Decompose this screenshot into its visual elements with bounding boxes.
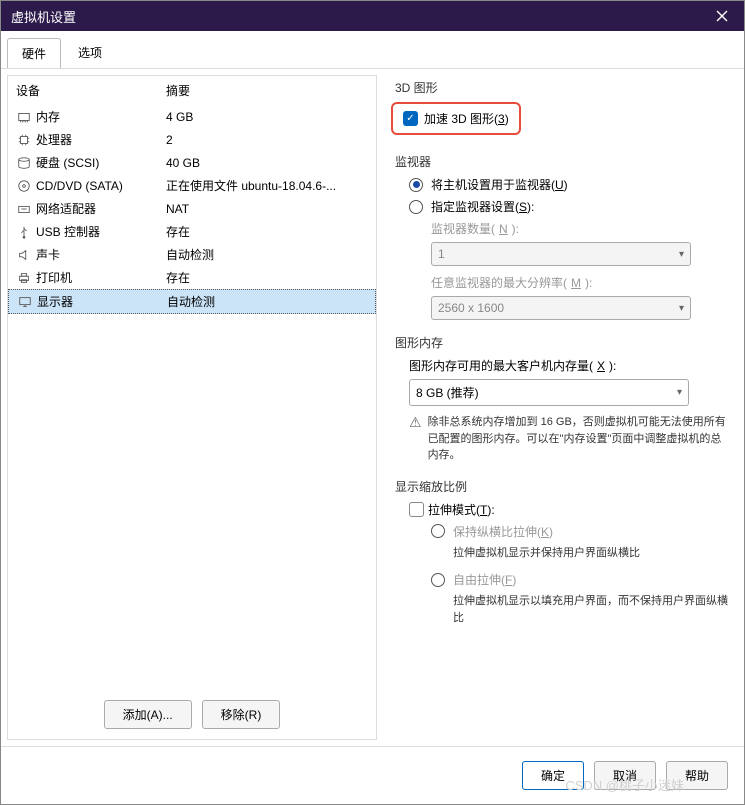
remove-button[interactable]: 移除(R)	[202, 700, 281, 729]
add-button[interactable]: 添加(A)...	[104, 700, 192, 729]
chevron-down-icon: ▾	[679, 249, 684, 260]
sound-icon	[16, 247, 32, 263]
device-summary: 存在	[166, 223, 368, 240]
checkbox-accel-3d[interactable]: ✓	[403, 111, 418, 126]
keep-ratio-desc: 拉伸虚拟机显示并保持用户界面纵横比	[453, 545, 730, 562]
group-graphics-memory: 图形内存 图形内存可用的最大客户机内存量(X): 8 GB (推荐)▾ ⚠ 除非…	[391, 334, 730, 464]
device-buttons: 添加(A)... 移除(R)	[8, 690, 376, 739]
keep-ratio-label: 保持纵横比拉伸(K)	[453, 523, 553, 540]
device-name: 网络适配器	[36, 200, 96, 217]
device-row[interactable]: USB 控制器 存在	[8, 220, 376, 243]
warning-icon: ⚠	[409, 414, 422, 464]
tabs: 硬件 选项	[1, 35, 744, 68]
device-summary: 自动检测	[166, 246, 368, 263]
device-row[interactable]: 处理器 2	[8, 128, 376, 151]
device-name: 硬盘 (SCSI)	[36, 154, 99, 171]
device-summary: 自动检测	[167, 293, 367, 310]
device-name: CD/DVD (SATA)	[36, 179, 123, 193]
display-icon	[17, 294, 33, 310]
group-title-monitor: 监视器	[395, 153, 730, 170]
cancel-button[interactable]: 取消	[594, 761, 656, 790]
device-name: 处理器	[36, 131, 72, 148]
printer-icon	[16, 270, 32, 286]
memory-icon	[16, 109, 32, 125]
usb-icon	[16, 224, 32, 240]
checkbox-stretch[interactable]	[409, 502, 424, 517]
chevron-down-icon: ▾	[677, 387, 682, 398]
group-display-scale: 显示缩放比例 拉伸模式(T): 保持纵横比拉伸(K) 拉伸虚拟机显示并保持用户界…	[391, 478, 730, 627]
group-monitor: 监视器 将主机设置用于监视器(U) 指定监视器设置(S): 监视器数量(N): …	[391, 153, 730, 320]
ok-button[interactable]: 确定	[522, 761, 584, 790]
content: 设备 摘要 内存 4 GB 处理器 2 硬盘 (SCSI) 40 GB CD/DVD (SA…	[1, 68, 744, 746]
device-summary: 40 GB	[166, 156, 368, 170]
gmem-select[interactable]: 8 GB (推荐)▾	[409, 379, 689, 406]
device-row[interactable]: 硬盘 (SCSI) 40 GB	[8, 151, 376, 174]
header-summary: 摘要	[166, 82, 368, 99]
keep-ratio-row: 保持纵横比拉伸(K)	[431, 523, 730, 540]
tab-hardware[interactable]: 硬件	[7, 38, 61, 68]
cd-icon	[16, 178, 32, 194]
device-name: 显示器	[37, 293, 73, 310]
device-table: 设备 摘要 内存 4 GB 处理器 2 硬盘 (SCSI) 40 GB CD/DVD (SA…	[8, 76, 376, 690]
header-device: 设备	[16, 82, 166, 99]
cpu-icon	[16, 132, 32, 148]
device-summary: 存在	[166, 269, 368, 286]
max-res-select: 2560 x 1600▾	[431, 296, 691, 320]
disk-icon	[16, 155, 32, 171]
gmem-warning: ⚠ 除非总系统内存增加到 16 GB，否则虚拟机可能无法使用所有已配置的图形内存…	[409, 414, 730, 464]
group-3d-graphics: 3D 图形 ✓ 加速 3D 图形(3)	[391, 79, 730, 139]
settings-panel: 3D 图形 ✓ 加速 3D 图形(3) 监视器 将主机设置用于监视器(U) 指定…	[383, 75, 738, 740]
net-icon	[16, 201, 32, 217]
device-row[interactable]: 网络适配器 NAT	[8, 197, 376, 220]
stretch-mode-row[interactable]: 拉伸模式(T):	[409, 501, 730, 518]
chevron-down-icon: ▾	[679, 303, 684, 314]
stretch-label: 拉伸模式(T):	[428, 501, 495, 518]
radio-free-stretch	[431, 573, 445, 587]
vm-settings-window: 虚拟机设置 硬件 选项 设备 摘要 内存 4 GB 处理器 2 硬盘 (SCSI) 40 …	[0, 0, 745, 805]
radio-use-host[interactable]	[409, 178, 423, 192]
device-summary: NAT	[166, 202, 368, 216]
max-res-label: 任意监视器的最大分辨率(M):	[431, 274, 730, 291]
free-stretch-desc: 拉伸虚拟机显示以填充用户界面，而不保持用户界面纵横比	[453, 593, 730, 626]
device-panel: 设备 摘要 内存 4 GB 处理器 2 硬盘 (SCSI) 40 GB CD/DVD (SA…	[7, 75, 377, 740]
device-name: USB 控制器	[36, 223, 100, 240]
group-title-scale: 显示缩放比例	[395, 478, 730, 495]
specify-label: 指定监视器设置(S):	[431, 198, 534, 215]
accel-3d-label[interactable]: 加速 3D 图形(3)	[424, 110, 509, 127]
help-button[interactable]: 帮助	[666, 761, 728, 790]
device-row[interactable]: 内存 4 GB	[8, 105, 376, 128]
device-name: 内存	[36, 108, 60, 125]
device-summary: 4 GB	[166, 110, 368, 124]
device-row[interactable]: CD/DVD (SATA) 正在使用文件 ubuntu-18.04.6-...	[8, 174, 376, 197]
radio-specify-row[interactable]: 指定监视器设置(S):	[409, 198, 730, 215]
titlebar: 虚拟机设置	[1, 1, 744, 31]
close-icon[interactable]	[710, 4, 734, 28]
device-row[interactable]: 打印机 存在	[8, 266, 376, 289]
use-host-label: 将主机设置用于监视器(U)	[431, 176, 568, 193]
group-title-3d: 3D 图形	[395, 79, 730, 96]
free-stretch-row: 自由拉伸(F)	[431, 571, 730, 588]
device-header: 设备 摘要	[8, 76, 376, 105]
radio-keep-ratio	[431, 524, 445, 538]
radio-use-host-row[interactable]: 将主机设置用于监视器(U)	[409, 176, 730, 193]
free-stretch-label: 自由拉伸(F)	[453, 571, 516, 588]
tab-options[interactable]: 选项	[63, 37, 117, 67]
gmem-label: 图形内存可用的最大客户机内存量(X):	[409, 357, 730, 374]
device-summary: 2	[166, 133, 368, 147]
window-title: 虚拟机设置	[11, 7, 76, 26]
monitor-count-select: 1▾	[431, 242, 691, 266]
footer: 确定 取消 帮助 CSDN @桃子小迷妹	[1, 746, 744, 804]
accelerate-3d-highlight: ✓ 加速 3D 图形(3)	[391, 102, 521, 135]
device-row[interactable]: 显示器 自动检测	[8, 289, 376, 314]
device-name: 打印机	[36, 269, 72, 286]
device-row[interactable]: 声卡 自动检测	[8, 243, 376, 266]
device-summary: 正在使用文件 ubuntu-18.04.6-...	[166, 177, 368, 194]
radio-specify[interactable]	[409, 200, 423, 214]
device-name: 声卡	[36, 246, 60, 263]
monitor-count-label: 监视器数量(N):	[431, 220, 730, 237]
group-title-gmem: 图形内存	[395, 334, 730, 351]
